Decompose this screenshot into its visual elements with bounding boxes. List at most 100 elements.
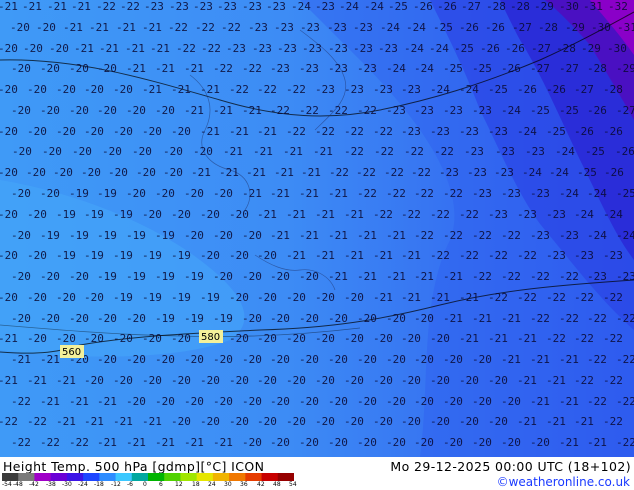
temperature-value: -20	[184, 229, 204, 242]
temperature-value: -21	[286, 249, 306, 262]
temperature-value: -23	[574, 249, 594, 262]
temperature-value: -20	[126, 312, 146, 325]
temperature-value: -21	[517, 374, 537, 387]
temperature-value: -21	[155, 62, 175, 75]
temperature-value: -20	[488, 415, 508, 428]
temperature-value: -20	[11, 62, 31, 75]
temperature-value: -20	[357, 312, 377, 325]
temperature-value: -22	[27, 415, 47, 428]
temperature-value: -21	[559, 436, 579, 449]
temperature-value: -23	[494, 166, 514, 179]
temperature-value: -26	[459, 21, 479, 34]
temperature-value: -24	[339, 0, 359, 13]
temperature-value: -20	[40, 187, 60, 200]
temperature-value: -20	[472, 395, 492, 408]
temperature-value: -20	[229, 332, 249, 345]
temperature-value: -21	[328, 229, 348, 242]
temperature-value: -20	[270, 353, 290, 366]
temperature-value: -27	[461, 0, 481, 13]
temperature-value: -24	[380, 21, 400, 34]
temperature-value: -20	[299, 270, 319, 283]
temperature-value: -26	[485, 21, 505, 34]
temperature-value: -20	[53, 166, 73, 179]
temperature-value: -20	[315, 291, 335, 304]
temperature-value: -20	[443, 395, 463, 408]
temperature-value: -21	[99, 42, 119, 55]
temperature-value: -19	[155, 229, 175, 242]
temperature-value: -21	[56, 374, 76, 387]
temperature-value: -25	[616, 187, 634, 200]
temperature-value: -20	[0, 291, 18, 304]
temperature-value: -21	[22, 0, 42, 13]
colorbar-swatch	[2, 473, 19, 481]
temperature-value: -22	[587, 395, 607, 408]
temperature-value: -20	[200, 415, 220, 428]
temperature-value: -21	[274, 166, 294, 179]
colorbar-tick-label: -54	[2, 481, 12, 488]
temperature-value: -23	[353, 21, 373, 34]
temperature-value: -20	[171, 332, 191, 345]
temperature-value: -19	[97, 270, 117, 283]
temperature-value: -23	[495, 145, 515, 158]
temperature-value: -20	[430, 374, 450, 387]
temperature-value: -26	[587, 104, 607, 117]
temperature-value: -22	[168, 21, 188, 34]
temperature-value: -20	[299, 353, 319, 366]
temperature-value: -22	[603, 415, 623, 428]
copyright-link[interactable]: ©weatheronline.co.uk	[497, 475, 630, 489]
temperature-value: -23	[373, 83, 393, 96]
temperature-value: -20	[113, 332, 133, 345]
temperature-value: -20	[0, 249, 18, 262]
temperature-value: -20	[242, 395, 262, 408]
temperature-value: -23	[328, 42, 348, 55]
temperature-value: -20	[229, 208, 249, 221]
temperature-value: -23	[488, 208, 508, 221]
temperature-value: -20	[142, 125, 162, 138]
temperature-value: -31	[617, 21, 634, 34]
temperature-value: -20	[40, 104, 60, 117]
temperature-value: -20	[27, 332, 47, 345]
temperature-value: -23	[193, 0, 213, 13]
colorbar-swatch	[115, 473, 133, 481]
temperature-value: -24	[430, 83, 450, 96]
temperature-value: -20	[229, 415, 249, 428]
temperature-value: -22	[401, 208, 421, 221]
temperature-value: -26	[517, 83, 537, 96]
temperature-value: -20	[155, 187, 175, 200]
colorbar-tick-label: 54	[289, 481, 297, 488]
temperature-value: -21	[530, 395, 550, 408]
temperature-value: -24	[587, 187, 607, 200]
temperature-value: -20	[328, 312, 348, 325]
colorbar-tick-label: 24	[208, 481, 216, 488]
temperature-value: -20	[84, 291, 104, 304]
temperature-value: -20	[69, 104, 89, 117]
temperature-value: -21	[283, 145, 303, 158]
temperature-value: -20	[257, 249, 277, 262]
temperature-value: -26	[505, 42, 525, 55]
temperature-value: -21	[443, 312, 463, 325]
map-footer: Height Temp. 500 hPa [gdmp][°C] ICON Mo …	[0, 457, 634, 490]
temperature-value: -23	[559, 229, 579, 242]
temperature-value: -20	[229, 374, 249, 387]
colorbar-swatch	[261, 473, 279, 481]
temperature-value: -23	[353, 42, 373, 55]
temperature-value: -19	[184, 312, 204, 325]
temperature-value: -20	[270, 270, 290, 283]
temperature-value: -19	[69, 229, 89, 242]
temperature-value: -21	[559, 353, 579, 366]
temperature-value: -20	[242, 229, 262, 242]
colorbar-tick-label: 36	[240, 481, 248, 488]
temperature-value: -22	[459, 249, 479, 262]
temperature-value: -22	[257, 83, 277, 96]
temperature-value: -22	[559, 312, 579, 325]
temperature-value: -27	[559, 62, 579, 75]
temperature-value: -22	[270, 104, 290, 117]
temperature-value: -20	[11, 270, 31, 283]
temperature-value: -22	[201, 42, 221, 55]
temperature-value: -22	[459, 208, 479, 221]
temperature-value: -20	[344, 332, 364, 345]
temperature-value: -29	[616, 62, 634, 75]
temperature-value: -20	[414, 312, 434, 325]
temperature-value: -20	[315, 415, 335, 428]
temperature-value: -20	[69, 62, 89, 75]
